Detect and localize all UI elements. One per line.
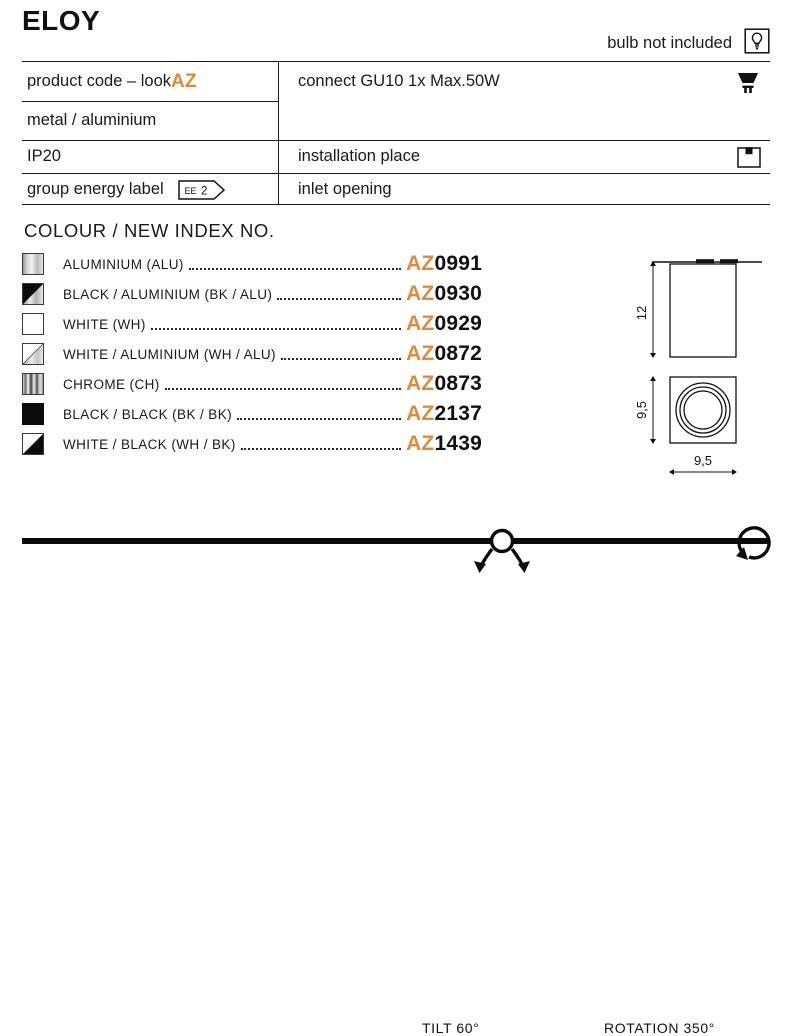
gu10-lamp-icon [734, 67, 762, 97]
swatch-chrome [22, 373, 44, 395]
leader-dots [150, 315, 402, 330]
bulb-not-included-label: bulb not included [607, 33, 732, 52]
code-prefix: AZ [406, 372, 435, 395]
colour-code: AZ2137 [406, 402, 482, 426]
code-prefix: AZ [406, 312, 435, 335]
colour-name: BLACK / BLACK (BK / BK) [63, 406, 233, 422]
colour-code: AZ0872 [406, 342, 482, 366]
swatch-white [22, 313, 44, 335]
leader-dots [237, 405, 402, 420]
product-code-accent: AZ [171, 70, 197, 92]
code-number: 0872 [434, 342, 482, 365]
colour-code: AZ1439 [406, 432, 482, 456]
swatch-white-black [22, 433, 44, 455]
colour-code: AZ0929 [406, 312, 482, 336]
leader-dots [164, 375, 402, 390]
colour-name: BLACK / ALUMINIUM (BK / ALU) [63, 286, 273, 302]
code-prefix: AZ [406, 252, 435, 275]
leader-dots [188, 255, 402, 270]
colour-name: WHITE / BLACK (WH / BK) [63, 436, 236, 452]
bulb-not-included-row: bulb not included [278, 26, 770, 60]
mounting-bar [22, 538, 770, 544]
code-number: 0929 [434, 312, 482, 335]
ring-inner [683, 390, 723, 430]
height-dim-label: 12 [634, 306, 649, 320]
code-number: 0991 [434, 252, 482, 275]
leader-dots [277, 285, 402, 300]
colour-index-section: COLOUR / NEW INDEX NO. ALUMINIUM (ALU) A… [22, 220, 482, 459]
material-label: metal / aluminium [27, 111, 157, 129]
colour-code: AZ0930 [406, 282, 482, 306]
colour-row[interactable]: ALUMINIUM (ALU) AZ0991 [22, 249, 482, 279]
code-prefix: AZ [406, 282, 435, 305]
colour-code: AZ0873 [406, 372, 482, 396]
rotation-label: ROTATION 350° [604, 1020, 715, 1036]
colour-name: ALUMINIUM (ALU) [63, 256, 184, 272]
table-cell-energy-label: group energy label EE 2 [22, 173, 278, 206]
table-cell-product-code: product code – look AZ [22, 62, 278, 101]
code-prefix: AZ [406, 342, 435, 365]
bulb-in-box-icon [744, 27, 770, 59]
connect-label: connect GU10 1x Max.50W [298, 72, 500, 90]
technical-drawing: 12 9,5 9,5 [600, 240, 792, 490]
swatch-black-black [22, 403, 44, 425]
colour-row[interactable]: WHITE / ALUMINIUM (WH / ALU) AZ0872 [22, 339, 482, 369]
leader-dots [280, 345, 402, 360]
colour-code: AZ0991 [406, 252, 482, 276]
side-elevation-body [669, 263, 737, 358]
colour-row[interactable]: WHITE / BLACK (WH / BK) AZ1439 [22, 429, 482, 459]
table-cell-inlet-opening: inlet opening [278, 173, 770, 206]
depth-dim-label: 9,5 [634, 401, 649, 419]
table-cell-ip-rating: IP20 [22, 140, 278, 173]
table-cell-installation-place: installation place [278, 140, 770, 173]
spec-table: product code – look AZ connect GU10 1x M… [22, 61, 770, 205]
swatch-white-aluminium [22, 343, 44, 365]
colour-row[interactable]: WHITE (WH) AZ0929 [22, 309, 482, 339]
ceiling-mount-icon [736, 144, 762, 170]
code-number: 2137 [434, 402, 482, 425]
tilt-pivot-icon [489, 528, 515, 554]
svg-text:2: 2 [201, 185, 207, 197]
table-cell-material: metal / aluminium [22, 101, 278, 140]
code-prefix: AZ [406, 432, 435, 455]
colour-row[interactable]: BLACK / BLACK (BK / BK) AZ2137 [22, 399, 482, 429]
energy-label-text: group energy label [27, 180, 164, 198]
colour-row[interactable]: BLACK / ALUMINIUM (BK / ALU) AZ0930 [22, 279, 482, 309]
code-number: 0873 [434, 372, 482, 395]
table-cell-connect: connect GU10 1x Max.50W [278, 62, 770, 101]
colour-name: WHITE (WH) [63, 316, 146, 332]
colour-row[interactable]: CHROME (CH) AZ0873 [22, 369, 482, 399]
code-number: 1439 [434, 432, 482, 455]
inlet-opening-label: inlet opening [298, 180, 392, 198]
swatch-aluminium [22, 253, 44, 275]
colour-name: WHITE / ALUMINIUM (WH / ALU) [63, 346, 276, 362]
swatch-black-aluminium [22, 283, 44, 305]
ceiling-mark-left [696, 259, 714, 264]
installation-place-label: installation place [298, 147, 420, 165]
ceiling-mark-right [720, 259, 738, 264]
colour-name: CHROME (CH) [63, 376, 160, 392]
product-code-label: product code – look [27, 72, 172, 90]
code-prefix: AZ [406, 402, 435, 425]
width-dim-label: 9,5 [694, 453, 712, 468]
colour-section-heading: COLOUR / NEW INDEX NO. [24, 220, 275, 241]
code-number: 0930 [434, 282, 482, 305]
ip-rating-label: IP20 [27, 147, 61, 165]
energy-class-badge: EE 2 [177, 179, 226, 200]
motion-capability-bar: TILT 60° ROTATION 350° [0, 505, 792, 1036]
page-title: ELOY [22, 5, 101, 36]
svg-text:EE: EE [184, 186, 196, 196]
tilt-label: TILT 60° [422, 1020, 480, 1036]
leader-dots [240, 435, 402, 450]
